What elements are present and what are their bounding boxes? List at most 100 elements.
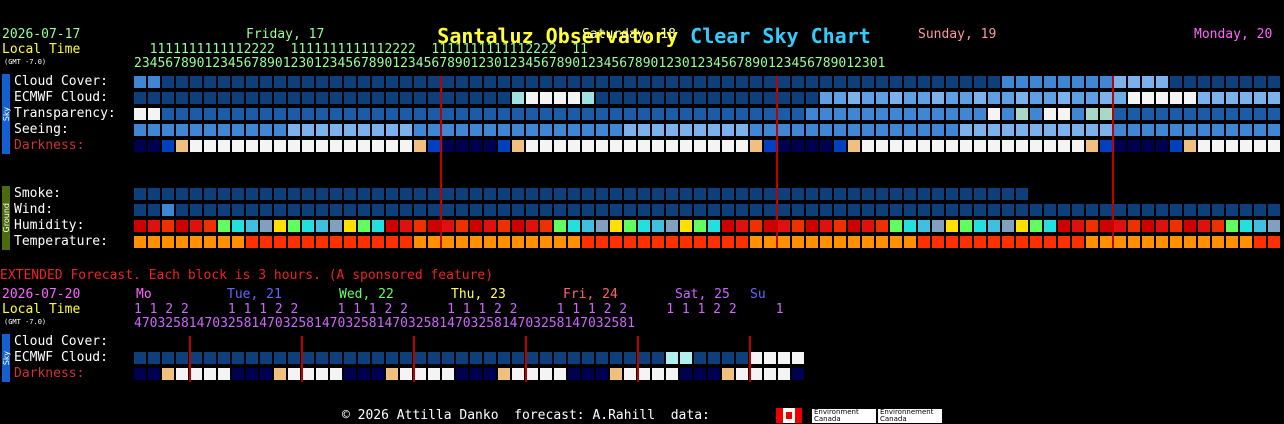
forecast-block [1030, 92, 1042, 104]
forecast-block [610, 368, 622, 380]
forecast-block [330, 124, 342, 136]
forecast-block [890, 92, 902, 104]
forecast-block [190, 236, 202, 248]
extended-heading: EXTENDED Forecast. Each block is 3 hours… [0, 268, 494, 283]
forecast-block [1114, 220, 1126, 232]
forecast-block [1170, 108, 1182, 120]
forecast-block [1072, 76, 1084, 88]
forecast-block [680, 124, 692, 136]
forecast-block [1254, 92, 1266, 104]
forecast-block [624, 204, 636, 216]
forecast-block [274, 108, 286, 120]
forecast-block [1142, 76, 1154, 88]
forecast-block [414, 352, 426, 364]
forecast-block [1016, 124, 1028, 136]
forecast-block [344, 220, 356, 232]
forecast-block [610, 124, 622, 136]
forecast-block [372, 188, 384, 200]
forecast-block [554, 108, 566, 120]
forecast-block [1100, 92, 1112, 104]
forecast-block [400, 368, 412, 380]
ext-day-wed: Wed, 22 [339, 287, 394, 302]
forecast-block [666, 188, 678, 200]
forecast-block [848, 236, 860, 248]
forecast-block [484, 188, 496, 200]
forecast-block [806, 236, 818, 248]
forecast-block [820, 236, 832, 248]
forecast-block [904, 124, 916, 136]
forecast-block [680, 140, 692, 152]
forecast-block [596, 108, 608, 120]
forecast-block [442, 92, 454, 104]
forecast-block [722, 92, 734, 104]
forecast-block [708, 236, 720, 248]
forecast-block [1240, 204, 1252, 216]
forecast-block [778, 236, 790, 248]
forecast-block [554, 140, 566, 152]
forecast-block [512, 188, 524, 200]
forecast-block [1128, 236, 1140, 248]
forecast-block [1114, 76, 1126, 88]
forecast-block [246, 368, 258, 380]
forecast-block [694, 236, 706, 248]
forecast-block [330, 236, 342, 248]
forecast-block [1240, 92, 1252, 104]
forecast-block [358, 368, 370, 380]
forecast-block [442, 352, 454, 364]
forecast-block [470, 236, 482, 248]
forecast-block [512, 108, 524, 120]
forecast-block [960, 76, 972, 88]
forecast-block [582, 124, 594, 136]
forecast-block [330, 140, 342, 152]
forecast-block [722, 236, 734, 248]
forecast-block [554, 352, 566, 364]
forecast-block [1268, 76, 1280, 88]
forecast-block [1268, 108, 1280, 120]
forecast-block [484, 108, 496, 120]
forecast-block [1086, 76, 1098, 88]
forecast-block [344, 368, 356, 380]
forecast-block [792, 108, 804, 120]
forecast-block [932, 236, 944, 248]
forecast-block [512, 368, 524, 380]
forecast-block [1114, 236, 1126, 248]
forecast-block [1142, 124, 1154, 136]
forecast-block [582, 352, 594, 364]
forecast-block [162, 220, 174, 232]
forecast-block [1100, 236, 1112, 248]
forecast-block [1086, 140, 1098, 152]
forecast-block [456, 188, 468, 200]
forecast-block [792, 92, 804, 104]
forecast-block [1100, 140, 1112, 152]
forecast-block [918, 124, 930, 136]
forecast-block [400, 236, 412, 248]
ext-midnight-line [525, 336, 527, 382]
forecast-block [498, 220, 510, 232]
forecast-block [1100, 220, 1112, 232]
forecast-block [204, 188, 216, 200]
forecast-block [610, 220, 622, 232]
forecast-block [764, 92, 776, 104]
forecast-block [428, 140, 440, 152]
forecast-block [792, 204, 804, 216]
forecast-block [946, 108, 958, 120]
forecast-block [190, 108, 202, 120]
forecast-block [442, 124, 454, 136]
forecast-block [750, 140, 762, 152]
forecast-block [1170, 204, 1182, 216]
midnight-line [440, 76, 442, 248]
forecast-block [876, 92, 888, 104]
forecast-block [470, 204, 482, 216]
forecast-block [778, 76, 790, 88]
forecast-block [652, 220, 664, 232]
forecast-block [302, 140, 314, 152]
label-ecmwf-cloud: ECMWF Cloud: [14, 90, 108, 105]
forecast-block [442, 140, 454, 152]
forecast-block [568, 108, 580, 120]
forecast-block [414, 108, 426, 120]
forecast-block [890, 140, 902, 152]
forecast-block [638, 368, 650, 380]
forecast-block [484, 140, 496, 152]
forecast-block [484, 368, 496, 380]
forecast-block [1268, 92, 1280, 104]
